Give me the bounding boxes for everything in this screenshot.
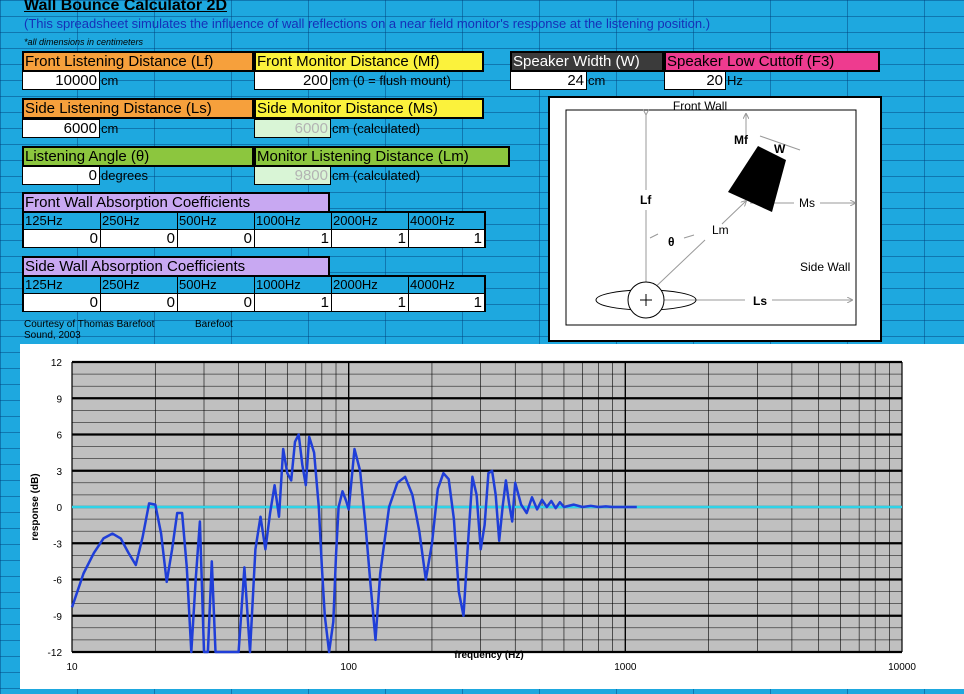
x-tick-label: 10000 [888,662,916,673]
x-tick-labels: 10 100 1000 10000 [66,662,916,673]
front-wall-band-1000: 1000Hz [255,213,332,229]
theta-arrow-left [649,233,659,239]
front-wall-coef-2000-input[interactable]: 1 [332,229,409,247]
front-wall-absorption-table: 125Hz 250Hz 500Hz 1000Hz 2000Hz 4000Hz 0… [22,211,486,248]
side-wall-absorption-table: 125Hz 250Hz 500Hz 1000Hz 2000Hz 4000Hz 0… [22,275,486,312]
side-monitor-distance-value: 6000 [254,119,331,138]
theta-label: θ [668,235,675,249]
front-wall-absorption-label: Front Wall Absorption Coefficients [22,192,330,213]
side-wall-coef-1000-input[interactable]: 1 [255,293,332,311]
side-wall-coef-4000-input[interactable]: 1 [409,293,484,311]
ms-label: Ms [799,196,815,210]
room-diagram: Front Wall Side Wall Lf Ls Ms Mf W Lm θ [548,96,882,342]
front-listening-distance-input[interactable]: 10000 [22,71,100,90]
lm-label: Lm [712,223,729,237]
front-wall-coef-4000-input[interactable]: 1 [409,229,484,247]
side-wall-band-500: 500Hz [178,277,255,293]
side-wall-coef-2000-input[interactable]: 1 [332,293,409,311]
speaker-cutoff-unit: Hz [727,73,743,88]
side-wall-band-2000: 2000Hz [332,277,409,293]
side-wall-band-1000: 1000Hz [255,277,332,293]
front-wall-coef-1000-input[interactable]: 1 [255,229,332,247]
speaker-width-label: Speaker Width (W) [510,51,664,72]
side-wall-coef-500-input[interactable]: 0 [178,293,255,311]
front-monitor-distance-input[interactable]: 200 [254,71,331,90]
side-wall-absorption-label: Side Wall Absorption Coefficients [22,256,330,277]
x-tick-label: 1000 [614,662,637,673]
mf-label: Mf [734,133,749,147]
x-tick-label: 10 [66,662,78,673]
room-diagram-svg: Front Wall Side Wall Lf Ls Ms Mf W Lm θ [565,99,857,326]
side-wall-band-250: 250Hz [101,277,178,293]
listening-angle-unit: degrees [101,168,148,183]
front-monitor-distance-unit: cm (0 = flush mount) [332,73,451,88]
monitor-listening-distance-label: Monitor Listening Distance (Lm) [254,146,510,167]
y-tick-label: 12 [51,358,63,369]
x-axis-label: frequency (Hz) [454,650,523,661]
y-tick-labels: 12 9 6 3 0 -3 -6 -9 -12 [48,358,63,659]
side-wall-label: Side Wall [800,260,850,274]
listening-angle-label: Listening Angle (θ) [22,146,254,167]
front-wall-band-4000: 4000Hz [410,213,455,228]
side-wall-band-4000: 4000Hz [410,277,455,292]
y-tick-label: 9 [56,394,62,405]
front-wall-band-125: 125Hz [24,213,101,229]
credit-line-3: Sound, 2003 [24,330,81,341]
y-tick-label: 3 [56,467,62,478]
side-wall-coef-250-input[interactable]: 0 [101,293,178,311]
theta-arrow-right [683,234,695,239]
speaker-cutoff-input[interactable]: 20 [664,71,726,90]
y-tick-label: 6 [56,431,62,442]
y-tick-label: -12 [48,648,63,659]
units-note: *all dimensions in centimeters [24,37,144,47]
y-tick-label: -3 [53,539,62,550]
front-wall-label: Front Wall [673,99,727,113]
listening-angle-input[interactable]: 0 [22,166,100,185]
w-label: W [774,142,786,156]
x-tick-label: 100 [340,662,357,673]
side-listening-distance-input[interactable]: 6000 [22,119,100,138]
y-tick-label: -9 [53,612,62,623]
y-tick-label: 0 [56,503,62,514]
page-subtitle: (This spreadsheet simulates the influenc… [24,16,711,31]
front-wall-coef-500-input[interactable]: 0 [178,229,255,247]
page-title: Wall Bounce Calculator 2D [24,0,227,14]
credit-line-2: Barefoot [195,319,233,330]
lf-label: Lf [640,193,652,207]
side-listening-distance-label: Side Listening Distance (Ls) [22,98,254,119]
y-tick-label: -6 [53,576,62,587]
monitor-listening-distance-unit: cm (calculated) [332,168,421,183]
front-wall-coef-250-input[interactable]: 0 [101,229,178,247]
speaker-width-input[interactable]: 24 [510,71,587,90]
front-wall-coef-125-input[interactable]: 0 [24,229,101,247]
ls-label: Ls [753,294,767,308]
front-wall-band-2000: 2000Hz [332,213,409,229]
credit-line-1: Courtesy of Thomas Barefoot [24,319,155,330]
side-wall-coef-125-input[interactable]: 0 [24,293,101,311]
side-monitor-distance-unit: cm (calculated) [332,121,421,136]
response-chart-svg: 12 9 6 3 0 -3 -6 -9 -12 10 100 1000 10000 frequency… [30,358,916,673]
front-wall-band-250: 250Hz [101,213,178,229]
side-listening-distance-unit: cm [101,121,119,136]
side-wall-band-125: 125Hz [24,277,101,293]
response-chart: 12 9 6 3 0 -3 -6 -9 -12 10 100 1000 10000 frequency… [20,344,964,689]
front-listening-distance-unit: cm [101,73,119,88]
front-wall-band-500: 500Hz [178,213,255,229]
side-monitor-distance-label: Side Monitor Distance (Ms) [254,98,484,119]
lm-line-upper [721,201,746,225]
front-listening-distance-label: Front Listening Distance (Lf) [22,51,254,72]
front-monitor-distance-label: Front Monitor Distance (Mf) [254,51,484,72]
monitor-listening-distance-value: 9800 [254,166,331,185]
y-axis-label: response (dB) [30,473,41,540]
speaker-cutoff-label: Speaker Low Cuttoff (F3) [664,51,880,72]
speaker-width-unit: cm [588,73,606,88]
